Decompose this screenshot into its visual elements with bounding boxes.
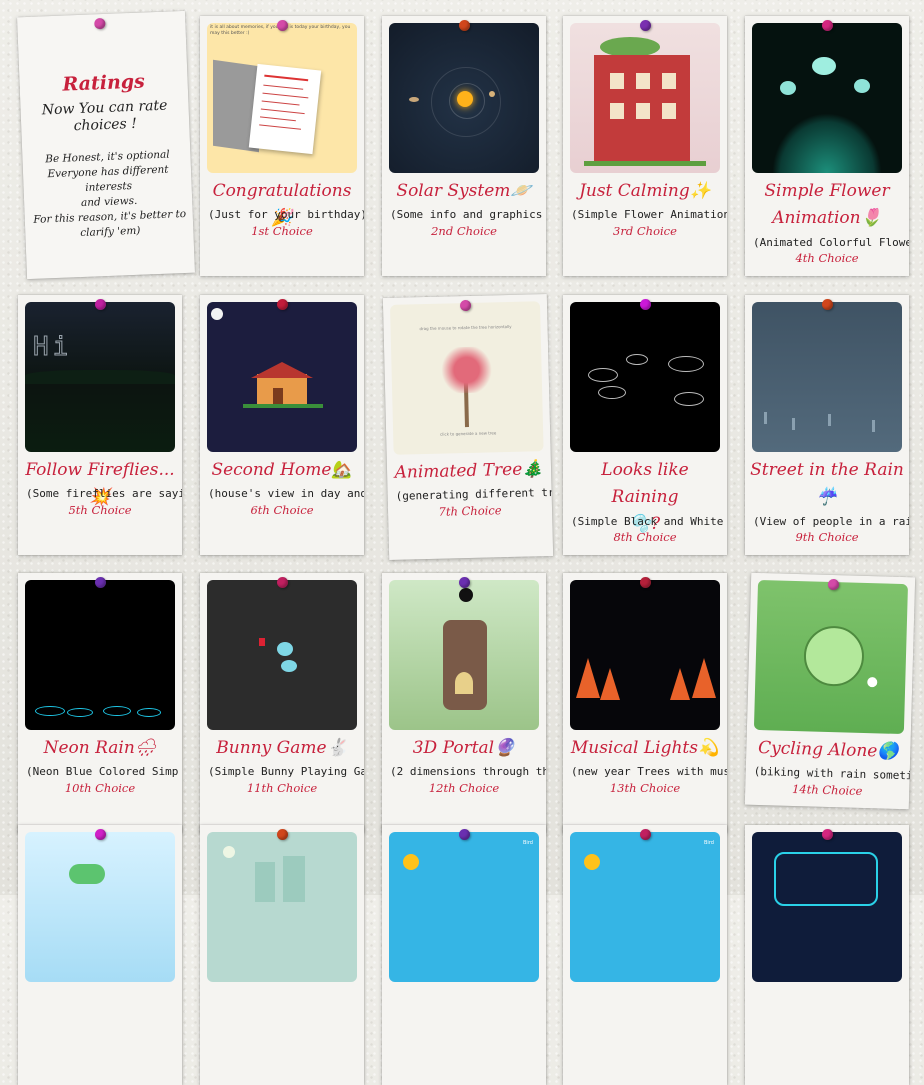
- pushpin: [95, 829, 106, 840]
- pushpin: [459, 829, 470, 840]
- pushpin: [277, 577, 288, 588]
- card-rank: 9th Choice: [795, 530, 859, 544]
- preview-card-18[interactable]: Bird: [570, 832, 720, 982]
- preview-animated-tree[interactable]: drag the mouse to rotate the tree horizo…: [389, 301, 544, 455]
- card-rank: 13th Choice: [609, 781, 681, 795]
- pushpin: [277, 20, 288, 31]
- card-description: (house's view in day and: [208, 487, 364, 500]
- pushpin: [95, 577, 106, 588]
- card-title: Musical Lights💫: [570, 738, 720, 758]
- preview-card-16[interactable]: [207, 832, 357, 982]
- card-rank: 14th Choice: [791, 781, 863, 798]
- card-description: (new year Trees with mus: [571, 765, 727, 778]
- choice-card-3d-portal[interactable]: 3D Portal🔮 (2 dimensions through the 12t…: [382, 573, 546, 833]
- card-description: (Simple Black and White: [571, 515, 724, 528]
- card-title: Street in the Rain ☔: [750, 460, 904, 507]
- card-title: Solar System🪐: [396, 181, 532, 201]
- pushpin: [277, 829, 288, 840]
- preview-card-17[interactable]: Bird: [389, 832, 539, 982]
- preview-follow-fireflies[interactable]: Hi: [25, 302, 175, 452]
- choice-card-congratulations[interactable]: it is all about memories, if you this is…: [200, 16, 364, 276]
- preview-solar-system[interactable]: [389, 23, 539, 173]
- pushpin: [95, 299, 106, 310]
- preview-second-home[interactable]: [207, 302, 357, 452]
- pushpin: [277, 299, 288, 310]
- choice-card-solar-system[interactable]: Solar System🪐 (Some info and graphics 2n…: [382, 16, 546, 276]
- preview-congratulations[interactable]: it is all about memories, if you this is…: [207, 23, 357, 173]
- card-description: (View of people in a rai: [753, 515, 909, 528]
- preview-bunny-game[interactable]: [207, 580, 357, 730]
- ratings-body: Be Honest, it's optional Everyone has di…: [33, 148, 187, 240]
- choice-card-bunny-game[interactable]: Bunny Game🐇 (Simple Bunny Playing Ga 11t…: [200, 573, 364, 833]
- card-title: Second Home🏡: [211, 460, 353, 480]
- card-rank: 11th Choice: [246, 781, 318, 795]
- choice-card-follow-fireflies[interactable]: Hi Follow Fireflies...💥 (Some fireflies …: [18, 295, 182, 555]
- preview-street-in-the-rain[interactable]: [752, 302, 902, 452]
- card-title: Neon Rain🌧: [43, 738, 157, 758]
- card-description: (Animated Colorful Flowe: [753, 236, 909, 249]
- card-rank: 3rd Choice: [613, 224, 677, 238]
- choice-card-musical-lights[interactable]: Musical Lights💫 (new year Trees with mus…: [563, 573, 727, 833]
- preview-looks-like-raining[interactable]: [570, 302, 720, 452]
- pushpin: [822, 20, 833, 31]
- card-rank: 8th Choice: [613, 530, 677, 544]
- card-description: (Some info and graphics: [390, 208, 543, 221]
- card-description: (Some fireflies are sayi: [26, 487, 182, 500]
- choice-card-looks-like-raining[interactable]: Looks like Raining 🫧? (Simple Black and W…: [563, 295, 727, 555]
- card-description: (Just for your birthday): [208, 208, 364, 221]
- preview-just-calming[interactable]: [570, 23, 720, 173]
- pushpin: [459, 577, 470, 588]
- card-rank: 4th Choice: [795, 251, 859, 265]
- card-rank: 1st Choice: [251, 224, 313, 238]
- pushpin: [459, 20, 470, 31]
- pushpin: [822, 829, 833, 840]
- card-title: Cycling Alone🌎: [757, 738, 899, 762]
- choice-card-15[interactable]: [18, 825, 182, 1085]
- card-title: Animated Tree🎄: [394, 459, 544, 483]
- choice-card-animated-tree[interactable]: drag the mouse to rotate the tree horizo…: [382, 294, 554, 560]
- card-title: Simple Flower Animation🌷: [764, 181, 890, 228]
- card-title: Just Calming✨: [579, 181, 711, 201]
- card-title: 3D Portal🔮: [412, 738, 516, 758]
- card-description: (2 dimensions through the: [390, 765, 546, 778]
- choice-card-16[interactable]: [200, 825, 364, 1085]
- card-rank: 7th Choice: [438, 503, 502, 519]
- choice-card-simple-flower[interactable]: Simple Flower Animation🌷 (Animated Colorf…: [745, 16, 909, 276]
- preview-simple-flower[interactable]: [752, 23, 902, 173]
- ratings-intro-card: Ratings Now You can rate choices ! Be Hon…: [17, 10, 195, 280]
- preview-musical-lights[interactable]: [570, 580, 720, 730]
- card-description: (Simple Flower Animation: [571, 208, 727, 221]
- card-description: (Simple Bunny Playing Ga: [208, 765, 364, 778]
- pushpin: [822, 299, 833, 310]
- preview-cycling-alone[interactable]: [753, 579, 909, 735]
- card-rank: 2nd Choice: [431, 224, 497, 238]
- choice-card-neon-rain[interactable]: Neon Rain🌧 (Neon Blue Colored Simp 10th …: [18, 573, 182, 833]
- pushpin: [640, 299, 651, 310]
- choice-card-17[interactable]: Bird: [382, 825, 546, 1085]
- choice-card-second-home[interactable]: Second Home🏡 (house's view in day and 6t…: [200, 295, 364, 555]
- choice-card-street-in-the-rain[interactable]: Street in the Rain ☔ (View of people in a…: [745, 295, 909, 555]
- choice-card-19[interactable]: [745, 825, 909, 1085]
- choice-card-just-calming[interactable]: Just Calming✨ (Simple Flower Animation 3…: [563, 16, 727, 276]
- ratings-subtitle: Now You can rate choices !: [41, 97, 168, 135]
- card-title: Bunny Game🐇: [216, 738, 348, 758]
- preview-3d-portal[interactable]: [389, 580, 539, 730]
- pushpin: [94, 17, 106, 30]
- preview-card-15[interactable]: [25, 832, 175, 982]
- preview-neon-rain[interactable]: [25, 580, 175, 730]
- ratings-title: Ratings: [62, 70, 146, 96]
- card-rank: 10th Choice: [64, 781, 136, 795]
- pushpin: [640, 829, 651, 840]
- choice-card-18[interactable]: Bird: [563, 825, 727, 1085]
- card-rank: 6th Choice: [250, 503, 314, 517]
- card-rank: 5th Choice: [68, 503, 132, 517]
- card-description: (Neon Blue Colored Simp: [26, 765, 179, 778]
- pushpin: [640, 20, 651, 31]
- pushpin: [640, 577, 651, 588]
- choice-card-cycling-alone[interactable]: Cycling Alone🌎 (biking with rain someti …: [744, 572, 916, 810]
- preview-card-19[interactable]: [752, 832, 902, 982]
- card-rank: 12th Choice: [428, 781, 500, 795]
